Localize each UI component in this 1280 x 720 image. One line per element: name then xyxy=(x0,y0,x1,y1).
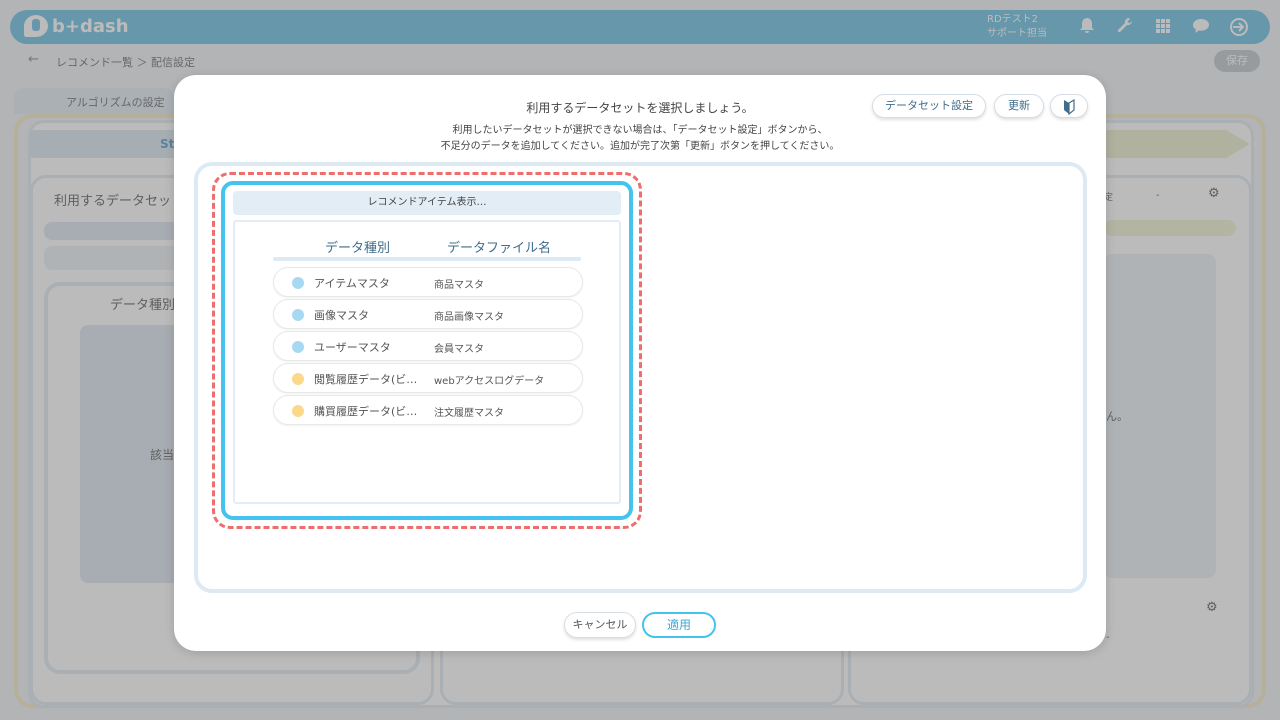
refresh-button[interactable]: 更新 xyxy=(994,94,1044,118)
dataset-select-modal: 利用するデータセットを選択しましょう。 利用したいデータセットが選択できない場合… xyxy=(174,75,1106,651)
column-header-type: データ種別 xyxy=(325,241,391,256)
dataset-content-area: レコメンドアイテム表示… データ種別 データファイル名 アイテムマスタ 商品マス… xyxy=(194,162,1087,593)
data-type: ユーザーマスタ xyxy=(314,341,391,354)
list-item: アイテムマスタ 商品マスタ xyxy=(273,267,583,297)
data-type: アイテムマスタ xyxy=(314,277,390,290)
list-item: 画像マスタ 商品画像マスタ xyxy=(273,299,583,329)
list-item: 購買履歴データ(ビ… 注文履歴マスタ xyxy=(273,395,583,425)
column-header-file: データファイル名 xyxy=(447,241,552,256)
status-dot xyxy=(292,277,304,289)
highlight-frame: レコメンドアイテム表示… データ種別 データファイル名 アイテムマスタ 商品マス… xyxy=(212,172,642,529)
cancel-button[interactable]: キャンセル xyxy=(564,612,636,638)
data-file-name: 商品マスタ xyxy=(434,280,484,291)
dataset-settings-button[interactable]: データセット設定 xyxy=(872,94,986,118)
modal-description-line2: 不足分のデータを追加してください。追加が完了次第「更新」ボタンを押してください。 xyxy=(440,141,840,152)
beginner-mark-button[interactable] xyxy=(1050,94,1088,118)
dataset-card[interactable]: レコメンドアイテム表示… データ種別 データファイル名 アイテムマスタ 商品マス… xyxy=(221,181,633,520)
list-item: 閲覧履歴データ(ビ… webアクセスログデータ xyxy=(273,363,583,393)
modal-description: 利用したいデータセットが選択できない場合は、「データセット設定」ボタンから、 不… xyxy=(174,123,1106,155)
status-dot xyxy=(292,309,304,321)
header-divider xyxy=(273,257,581,261)
dataset-rows: アイテムマスタ 商品マスタ 画像マスタ 商品画像マスタ ユーザーマスタ 会員マス… xyxy=(273,267,583,427)
data-type: 閲覧履歴データ(ビ… xyxy=(314,373,418,386)
dataset-card-title: レコメンドアイテム表示… xyxy=(233,191,621,215)
data-file-name: webアクセスログデータ xyxy=(434,376,545,387)
dataset-card-body: データ種別 データファイル名 アイテムマスタ 商品マスタ 画像マスタ 商品画像マ… xyxy=(233,220,621,504)
modal-description-line1: 利用したいデータセットが選択できない場合は、「データセット設定」ボタンから、 xyxy=(452,125,828,136)
apply-button[interactable]: 適用 xyxy=(642,612,716,638)
data-type: 画像マスタ xyxy=(314,309,369,322)
status-dot xyxy=(292,341,304,353)
list-item: ユーザーマスタ 会員マスタ xyxy=(273,331,583,361)
data-file-name: 会員マスタ xyxy=(434,344,484,355)
data-file-name: 注文履歴マスタ xyxy=(434,408,504,419)
beginner-mark-icon xyxy=(1064,98,1075,116)
data-type: 購買履歴データ(ビ… xyxy=(314,405,418,418)
status-dot xyxy=(292,373,304,385)
data-file-name: 商品画像マスタ xyxy=(434,312,504,323)
status-dot xyxy=(292,405,304,417)
